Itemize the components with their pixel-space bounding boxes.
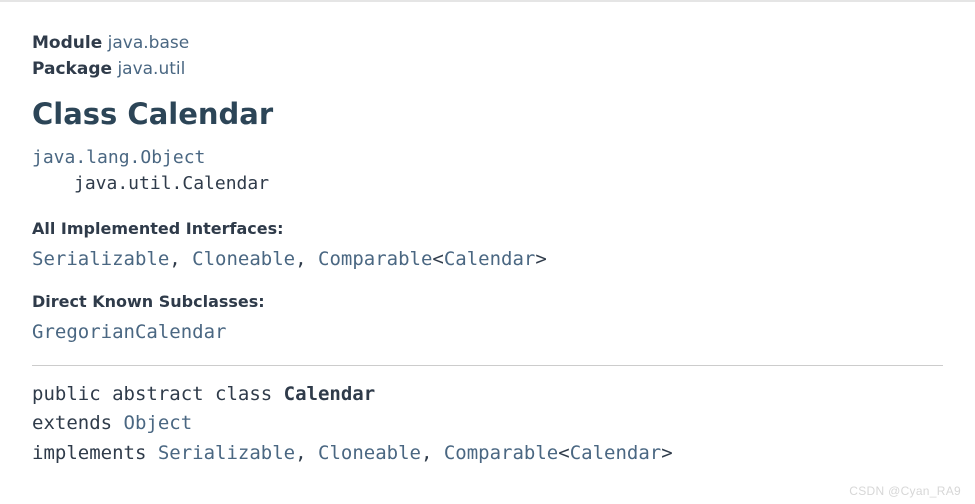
signature-block: public abstract class Calendar extends O… — [32, 380, 975, 468]
generic-open: < — [432, 248, 443, 270]
module-link[interactable]: java.base — [108, 33, 190, 53]
signature-line-2: extends Object — [32, 409, 975, 438]
divider — [32, 365, 943, 366]
interface-cloneable[interactable]: Cloneable — [192, 248, 295, 270]
subclasses-list: GregorianCalendar — [32, 321, 975, 343]
sep: , — [169, 248, 192, 270]
sig-impl-comparable-param[interactable]: Calendar — [570, 442, 662, 464]
sig-impl-cloneable[interactable]: Cloneable — [318, 442, 421, 464]
generic-close: > — [535, 248, 546, 270]
interfaces-list: Serializable, Cloneable, Comparable<Cale… — [32, 248, 975, 270]
sig-extends-link[interactable]: Object — [124, 412, 193, 434]
interface-comparable-param[interactable]: Calendar — [444, 248, 536, 270]
package-link[interactable]: java.util — [117, 59, 185, 79]
generic-close: > — [661, 442, 672, 464]
interface-comparable[interactable]: Comparable — [318, 248, 432, 270]
sep: , — [295, 442, 318, 464]
interface-serializable[interactable]: Serializable — [32, 248, 169, 270]
module-label: Module — [32, 33, 102, 53]
watermark: CSDN @Cyan_RA9 — [849, 484, 961, 498]
sig-modifiers: public abstract class — [32, 383, 284, 405]
hierarchy-parent-link[interactable]: java.lang.Object — [32, 147, 205, 168]
sig-class-name: Calendar — [284, 383, 376, 405]
sep: , — [295, 248, 318, 270]
package-line: Package java.util — [32, 56, 975, 82]
hierarchy-self: java.util.Calendar — [74, 171, 975, 197]
subclass-gregorian[interactable]: GregorianCalendar — [32, 321, 226, 343]
generic-open: < — [558, 442, 569, 464]
subclasses-heading: Direct Known Subclasses: — [32, 292, 975, 311]
sig-implements-kw: implements — [32, 442, 158, 464]
sep: , — [421, 442, 444, 464]
sig-impl-serializable[interactable]: Serializable — [158, 442, 295, 464]
sig-impl-comparable[interactable]: Comparable — [444, 442, 558, 464]
interfaces-heading: All Implemented Interfaces: — [32, 219, 975, 238]
sig-extends-kw: extends — [32, 412, 124, 434]
hierarchy-parent: java.lang.Object — [32, 145, 975, 171]
signature-line-1: public abstract class Calendar — [32, 380, 975, 409]
page-title: Class Calendar — [32, 97, 975, 131]
signature-line-3: implements Serializable, Cloneable, Comp… — [32, 439, 975, 468]
package-label: Package — [32, 59, 112, 79]
module-line: Module java.base — [32, 30, 975, 56]
